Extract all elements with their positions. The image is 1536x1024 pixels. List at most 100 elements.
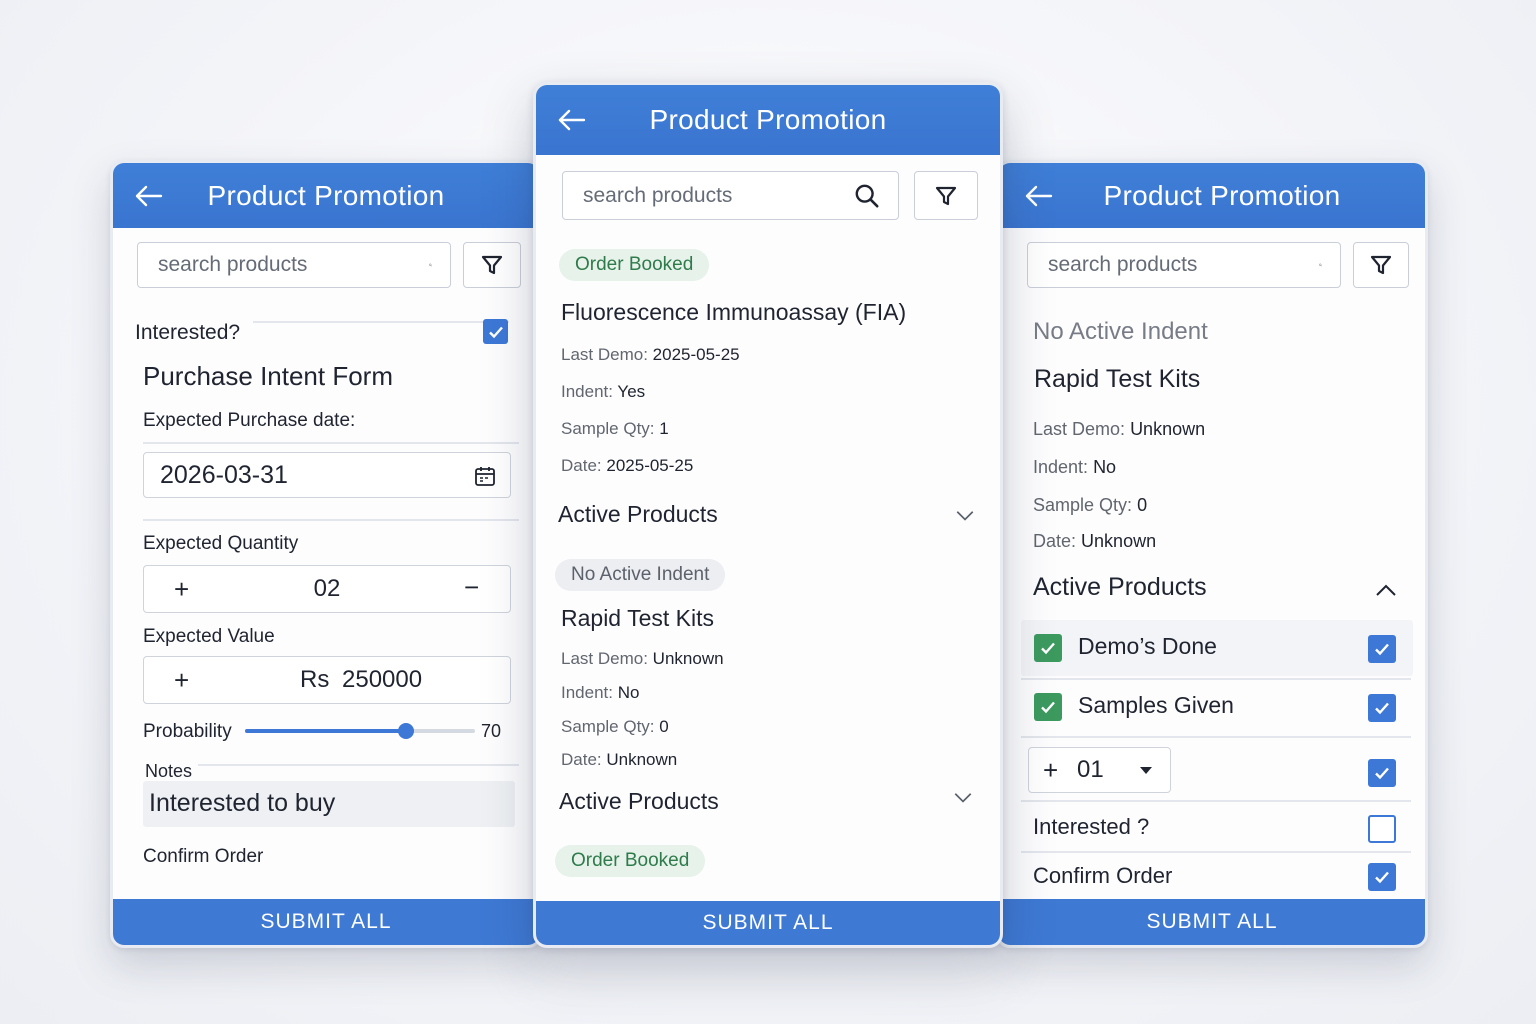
product-name: Rapid Test Kits — [1034, 365, 1201, 393]
last-demo-value: Unknown — [652, 649, 724, 668]
submit-all-button[interactable]: SUBMIT ALL — [113, 899, 539, 945]
last-demo-label: Last Demo: — [1033, 419, 1126, 439]
filter-button[interactable] — [463, 242, 521, 288]
probability-slider[interactable] — [245, 723, 475, 739]
search-box[interactable] — [562, 171, 899, 220]
submit-all-button[interactable]: SUBMIT ALL — [999, 899, 1425, 945]
divider — [1021, 800, 1411, 802]
page-title: Product Promotion — [207, 179, 445, 211]
chevron-down-icon[interactable] — [953, 792, 973, 804]
chevron-up-icon[interactable] — [1375, 583, 1397, 597]
purchase-date-value: 2026-03-31 — [160, 461, 288, 489]
last-demo-row: Last Demo: Unknown — [1033, 419, 1205, 440]
filter-icon — [481, 255, 503, 275]
sample-qty-value: 1 — [659, 419, 669, 438]
check-icon — [1041, 701, 1055, 714]
probability-thumb[interactable] — [398, 723, 414, 739]
interested-checkbox[interactable] — [483, 319, 508, 344]
quantity-checkbox[interactable] — [1368, 759, 1396, 787]
status-badge: Order Booked — [559, 249, 710, 281]
divider — [1021, 736, 1411, 738]
search-input[interactable] — [563, 172, 854, 219]
notes-value: Interested to buy — [149, 789, 336, 817]
done-indicator — [1034, 693, 1062, 721]
divider — [253, 321, 509, 323]
right-phone-screen: Product Promotion No Active Indent Rapid… — [996, 160, 1428, 948]
indent-label: Indent: — [561, 382, 613, 401]
interested-checkbox[interactable] — [1368, 815, 1396, 843]
search-icon[interactable] — [854, 182, 880, 210]
quantity-stepper[interactable]: + 02 − — [143, 565, 511, 613]
active-products-header[interactable]: Active Products — [559, 788, 719, 815]
interested-label: Interested? — [135, 321, 241, 344]
divider — [198, 764, 519, 766]
page-title: Product Promotion — [1103, 179, 1341, 211]
quantity-decrement-button[interactable]: − — [464, 572, 479, 603]
purchase-date-field[interactable]: 2026-03-31 — [143, 452, 511, 498]
quantity-value: 02 — [313, 575, 341, 602]
search-input[interactable] — [138, 243, 429, 287]
app-bar: Product Promotion — [999, 163, 1425, 228]
demos-done-checkbox[interactable] — [1368, 635, 1396, 663]
list-item[interactable]: Samples Given — [1021, 679, 1413, 735]
active-products-header[interactable]: Active Products — [558, 501, 718, 528]
sample-qty-row: Sample Qty: 0 — [1033, 495, 1147, 516]
date-value: Unknown — [606, 750, 678, 769]
search-box[interactable] — [137, 242, 451, 288]
date-value: 2025-05-25 — [606, 456, 694, 475]
indent-label: Indent: — [1033, 457, 1089, 477]
caret-down-icon[interactable] — [1139, 766, 1153, 775]
samples-given-checkbox[interactable] — [1368, 694, 1396, 722]
chevron-down-icon[interactable] — [955, 510, 975, 522]
date-row: Date: Unknown — [1033, 531, 1156, 552]
search-input[interactable] — [1028, 243, 1319, 287]
quantity-increment-button[interactable]: + — [1043, 755, 1058, 786]
quantity-dropdown[interactable]: + 01 — [1028, 747, 1171, 793]
notes-field[interactable]: Interested to buy — [143, 781, 515, 827]
quantity-value: 01 — [1077, 756, 1104, 783]
filter-button[interactable] — [914, 171, 978, 220]
item-label: Samples Given — [1078, 692, 1234, 718]
sample-qty-row: Sample Qty: 0 — [561, 717, 669, 737]
center-phone-screen: Product Promotion Order Booked Fluoresce… — [533, 82, 1003, 948]
confirm-order-checkbox[interactable] — [1368, 863, 1396, 891]
date-row: Date: Unknown — [561, 750, 677, 770]
indent-row: Indent: No — [1033, 457, 1116, 478]
date-value: Unknown — [1081, 531, 1157, 551]
item-label: Demo’s Done — [1078, 633, 1217, 659]
sample-qty-value: 0 — [1137, 495, 1148, 515]
date-label: Date: — [561, 750, 602, 769]
probability-fill — [245, 729, 406, 733]
calendar-icon[interactable] — [474, 465, 496, 487]
indent-value: No — [617, 683, 640, 702]
app-bar: Product Promotion — [536, 85, 1000, 155]
check-icon — [1375, 767, 1389, 780]
sample-qty-value: 0 — [659, 717, 669, 736]
divider — [1021, 851, 1411, 853]
value-increment-button[interactable]: + — [174, 665, 189, 696]
sample-qty-label: Sample Qty: — [561, 419, 655, 438]
active-products-header[interactable]: Active Products — [1033, 573, 1207, 602]
indent-label: Indent: — [561, 683, 613, 702]
sample-qty-row: Sample Qty: 1 — [561, 419, 669, 439]
search-icon[interactable] — [1319, 251, 1322, 279]
date-label: Expected Purchase date: — [143, 410, 356, 431]
sample-qty-label: Sample Qty: — [1033, 495, 1133, 515]
search-box[interactable] — [1027, 242, 1341, 288]
list-item[interactable]: Demo’s Done — [1021, 620, 1413, 676]
last-demo-value: 2025-05-25 — [652, 345, 740, 364]
indent-row: Indent: No — [561, 683, 639, 703]
filter-icon — [1370, 255, 1392, 275]
last-demo-value: Unknown — [1130, 419, 1206, 439]
check-icon — [1375, 702, 1389, 715]
date-row: Date: 2025-05-25 — [561, 456, 693, 476]
filter-button[interactable] — [1353, 242, 1409, 288]
submit-all-button[interactable]: SUBMIT ALL — [536, 901, 1000, 945]
interested-label: Interested ? — [1033, 814, 1150, 839]
indent-value: No — [1093, 457, 1117, 477]
value-stepper[interactable]: + Rs 250000 — [143, 656, 511, 704]
search-icon[interactable] — [429, 251, 432, 279]
product-name: Rapid Test Kits — [561, 605, 714, 631]
page-title: Product Promotion — [649, 104, 887, 135]
confirm-order-label: Confirm Order — [1033, 863, 1173, 888]
